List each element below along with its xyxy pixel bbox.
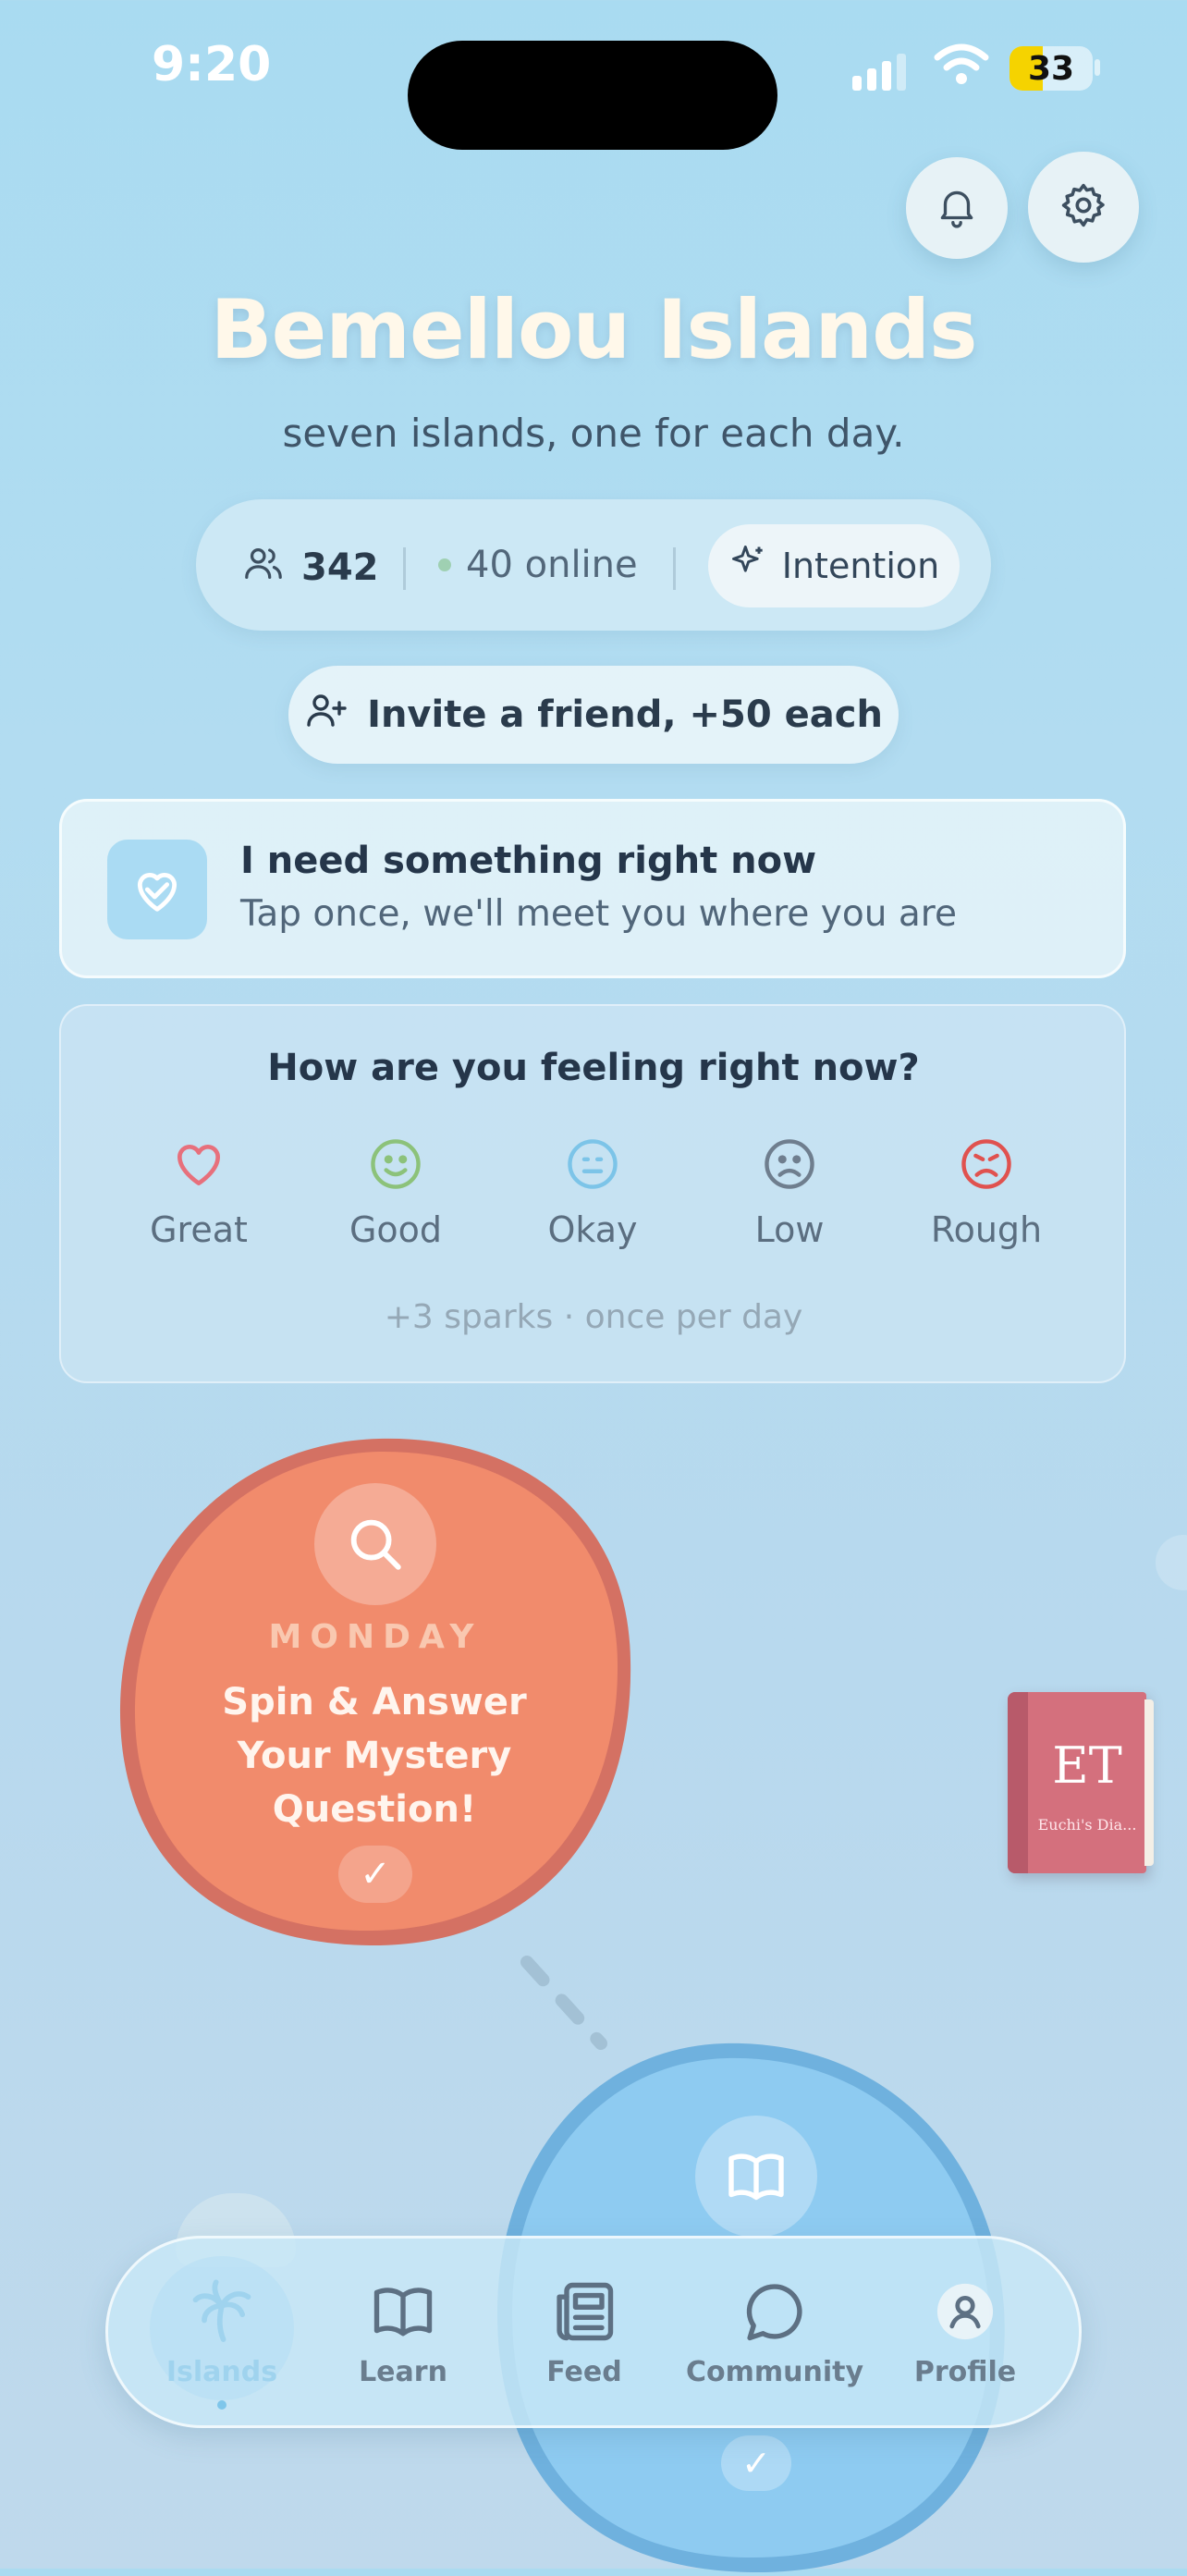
nav-label: Learn	[359, 2356, 447, 2388]
mood-label: Rough	[930, 1209, 1043, 1250]
sparks-note: +3 sparks · once per day	[384, 1298, 803, 1336]
checkmark-icon: ✓	[721, 2435, 791, 2491]
nav-tab-feed[interactable]: Feed	[492, 2276, 677, 2388]
battery-level: 33	[1027, 50, 1075, 88]
nav-tab-community[interactable]: Community	[682, 2276, 867, 2388]
mood-option-low[interactable]: Low	[697, 1135, 882, 1250]
sparkles-icon	[728, 542, 769, 591]
invite-label: Invite a friend, +50 each	[367, 693, 883, 736]
sad-face-icon	[761, 1139, 818, 1196]
palm-tree-icon	[187, 2279, 257, 2350]
intention-button[interactable]: Intention	[708, 524, 960, 607]
smile-icon	[367, 1139, 424, 1196]
battery-tip	[1095, 59, 1100, 76]
edge-indicator	[1156, 1535, 1187, 1590]
status-time: 9:20	[152, 37, 272, 92]
page-subtitle: seven islands, one for each day.	[282, 411, 905, 456]
book-spine	[1008, 1692, 1028, 1873]
mood-option-okay[interactable]: Okay	[500, 1135, 685, 1250]
mood-question: How are you feeling right now?	[267, 1047, 920, 1089]
stats-divider	[403, 547, 406, 590]
online-dot-icon	[438, 558, 451, 571]
journal-caption: Euchi's Dia...	[1037, 1816, 1137, 1834]
wifi-icon	[934, 43, 989, 91]
members-number: 342	[301, 546, 379, 589]
mood-option-rough[interactable]: Rough	[894, 1135, 1079, 1250]
mood-label: Okay	[547, 1209, 638, 1250]
mood-label: Good	[349, 1209, 443, 1250]
mood-option-great[interactable]: Great	[106, 1135, 291, 1250]
notifications-button[interactable]	[906, 157, 1008, 259]
person-icon	[930, 2283, 1000, 2350]
active-tab-dot	[217, 2400, 226, 2410]
page-title: Bemellou Islands	[210, 282, 978, 377]
add-user-icon	[304, 688, 349, 742]
nav-label: Feed	[546, 2356, 622, 2388]
island-title: Spin & Answer Your Mystery Question!	[222, 1681, 527, 1831]
island-day-label: MONDAY	[268, 1618, 483, 1656]
nav-tab-learn[interactable]: Learn	[311, 2276, 496, 2388]
need-help-subtitle: Tap once, we'll meet you where you are	[240, 893, 957, 935]
members-count[interactable]: 342	[242, 542, 379, 594]
invite-friend-button[interactable]: Invite a friend, +50 each	[288, 666, 899, 764]
nav-tab-profile[interactable]: Profile	[873, 2276, 1058, 2388]
intention-label: Intention	[781, 546, 940, 586]
dynamic-island	[408, 41, 777, 150]
settings-button[interactable]	[1028, 152, 1139, 263]
checkmark-icon: ✓	[338, 1846, 412, 1903]
book-icon	[368, 2288, 438, 2350]
journal-book[interactable]: ET Euchi's Dia...	[1008, 1692, 1154, 1873]
angry-face-icon	[958, 1139, 1015, 1196]
mood-label: Low	[754, 1209, 825, 1250]
mood-label: Great	[150, 1209, 248, 1250]
heart-icon	[170, 1145, 227, 1196]
mood-option-good[interactable]: Good	[303, 1135, 488, 1250]
journal-initials: ET	[1052, 1736, 1122, 1795]
path-dashes	[520, 1956, 607, 2050]
nav-label: Community	[685, 2356, 864, 2388]
battery-icon: 33	[1010, 46, 1093, 91]
stats-divider	[673, 547, 676, 590]
newspaper-icon	[549, 2282, 619, 2350]
chat-bubble-icon	[740, 2284, 810, 2350]
need-help-card[interactable]	[59, 799, 1126, 978]
hand-heart-icon	[107, 840, 207, 939]
book-open-icon	[695, 2116, 817, 2238]
online-label: 40 online	[466, 544, 638, 586]
online-count: 40 online	[438, 544, 638, 586]
nav-tab-islands[interactable]: Islands	[129, 2276, 314, 2388]
gear-icon	[1059, 180, 1108, 234]
nav-label: Profile	[913, 2356, 1017, 2388]
neutral-face-icon	[564, 1139, 621, 1196]
need-help-title: I need something right now	[240, 840, 817, 882]
search-icon	[314, 1483, 436, 1605]
bell-icon	[934, 183, 980, 233]
people-icon	[242, 542, 285, 594]
signal-icon	[852, 50, 906, 91]
nav-label: Islands	[165, 2356, 278, 2388]
